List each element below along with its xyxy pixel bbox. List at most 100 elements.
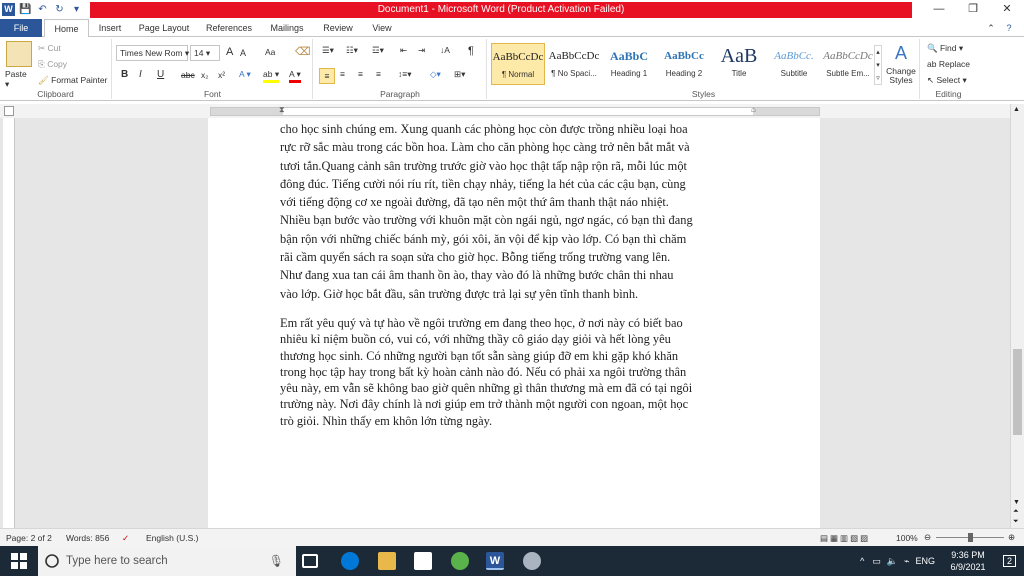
align-left-icon[interactable]: ≡ xyxy=(319,68,335,84)
zoom-slider[interactable] xyxy=(936,533,1004,542)
tab-view[interactable]: View xyxy=(364,19,400,37)
line-spacing-icon[interactable]: ↕≡▾ xyxy=(398,69,411,80)
format-painter-button[interactable]: 🖌 Format Painter xyxy=(38,75,107,86)
battery-icon[interactable]: ▭ xyxy=(872,556,881,567)
start-button[interactable] xyxy=(0,546,38,576)
file-explorer-icon[interactable] xyxy=(378,552,396,570)
tab-page-layout[interactable]: Page Layout xyxy=(133,19,195,37)
justify-icon[interactable]: ≡ xyxy=(376,69,381,79)
customize-qat-icon[interactable]: ▾ xyxy=(70,3,83,16)
find-button[interactable]: 🔍 Find ▾ xyxy=(927,43,963,54)
highlight-icon[interactable]: ab ▾ xyxy=(263,69,280,83)
font-size-select[interactable]: 14 ▾ xyxy=(190,45,220,61)
next-page-icon[interactable]: ⏷ xyxy=(1013,518,1019,526)
chevron-up-icon[interactable]: ^ xyxy=(860,556,864,566)
document-page[interactable]: cho học sinh chúng em. Xung quanh các ph… xyxy=(208,118,820,528)
style-heading-1[interactable]: AaBbC Heading 1 xyxy=(602,43,656,85)
undo-icon[interactable]: ↶ xyxy=(36,3,49,16)
document-body[interactable]: cho học sinh chúng em. Xung quanh các ph… xyxy=(280,120,752,429)
network-icon[interactable]: ⌁ xyxy=(904,556,909,567)
cut-button[interactable]: ✂ Cut xyxy=(38,43,61,54)
save-icon[interactable]: 💾 xyxy=(19,3,32,16)
font-color-icon[interactable]: A ▾ xyxy=(289,69,301,83)
decrease-indent-icon[interactable]: ⇤ xyxy=(400,45,407,56)
strikethrough-button[interactable]: abc xyxy=(181,70,195,80)
edge-icon[interactable] xyxy=(341,552,359,570)
styles-scroll-icon[interactable]: ▴ ▾ ▿ xyxy=(874,45,882,85)
zoom-in-button[interactable]: ⊕ xyxy=(1008,532,1015,543)
app-icon[interactable] xyxy=(523,552,541,570)
paragraph[interactable]: Em rất yêu quý và tự hào về ngôi trường … xyxy=(280,315,752,429)
tab-references[interactable]: References xyxy=(200,19,258,37)
view-buttons[interactable]: ▤▦▥▧▨ xyxy=(820,533,870,544)
change-case-button[interactable]: Aa xyxy=(265,47,275,57)
superscript-button[interactable]: x² xyxy=(218,70,225,80)
microphone-icon[interactable]: 🎙 xyxy=(269,554,284,568)
align-center-icon[interactable]: ≡ xyxy=(340,69,345,79)
tab-insert[interactable]: Insert xyxy=(92,19,128,37)
subscript-button[interactable]: x₂ xyxy=(201,70,209,80)
italic-button[interactable]: I xyxy=(139,69,142,80)
align-right-icon[interactable]: ≡ xyxy=(358,69,363,79)
proofing-icon[interactable]: ✓ xyxy=(122,533,129,544)
numbering-icon[interactable]: ☷▾ xyxy=(346,45,358,56)
right-indent-marker-icon[interactable]: ⌂ xyxy=(751,105,756,114)
change-styles-button[interactable]: Change Styles xyxy=(883,67,919,85)
app-icon[interactable] xyxy=(451,552,469,570)
vertical-scrollbar[interactable]: ▲ ▼ ⏶ ⏷ xyxy=(1010,104,1024,528)
replace-button[interactable]: ab Replace xyxy=(927,59,970,69)
task-view-icon[interactable] xyxy=(302,554,318,568)
style-normal[interactable]: AaBbCcDc ¶ Normal xyxy=(491,43,545,85)
zoom-level[interactable]: 100% xyxy=(896,533,918,543)
ruler-track[interactable]: ⧗ ⌂ xyxy=(210,105,820,116)
text-effects-icon[interactable]: A ▾ xyxy=(239,69,251,80)
close-button[interactable]: ✕ xyxy=(990,0,1024,19)
indent-marker-icon[interactable]: ⧗ xyxy=(279,105,285,115)
multilevel-list-icon[interactable]: ☲▾ xyxy=(372,45,384,56)
show-marks-icon[interactable]: ¶ xyxy=(468,45,474,57)
volume-icon[interactable]: 🔈 xyxy=(887,556,898,567)
word-logo-icon[interactable]: W xyxy=(2,3,15,16)
clock[interactable]: 9:36 PM 6/9/2021 xyxy=(941,549,995,573)
previous-page-icon[interactable]: ⏶ xyxy=(1013,508,1019,516)
page-count[interactable]: Page: 2 of 2 xyxy=(6,533,52,543)
grow-font-button[interactable]: A xyxy=(226,46,233,58)
help-icon[interactable]: ? xyxy=(1002,19,1016,37)
select-button[interactable]: ↖ Select ▾ xyxy=(927,75,967,86)
restore-button[interactable]: ❐ xyxy=(956,0,990,19)
clear-formatting-icon[interactable]: ⌫ xyxy=(295,45,311,58)
language-indicator[interactable]: English (U.S.) xyxy=(146,533,198,543)
copy-button[interactable]: ⎘ Copy xyxy=(38,59,67,70)
zoom-slider-thumb[interactable] xyxy=(968,533,973,542)
style-subtitle[interactable]: AaBbCc. Subtitle xyxy=(767,43,821,85)
style-heading-2[interactable]: AaBbCc Heading 2 xyxy=(657,43,711,85)
increase-indent-icon[interactable]: ⇥ xyxy=(418,45,425,56)
underline-button[interactable]: U xyxy=(157,69,164,80)
minimize-button[interactable]: — xyxy=(922,0,956,19)
scroll-up-icon[interactable]: ▲ xyxy=(1013,106,1020,113)
sort-icon[interactable]: ↓A xyxy=(440,45,450,55)
bullets-icon[interactable]: ☰▾ xyxy=(322,45,334,56)
word-taskbar-icon[interactable]: W xyxy=(486,552,504,570)
tab-mailings[interactable]: Mailings xyxy=(262,19,312,37)
borders-icon[interactable]: ⊞▾ xyxy=(454,69,465,80)
scrollbar-thumb[interactable] xyxy=(1013,349,1022,435)
style-no-spacing[interactable]: AaBbCcDc ¶ No Spaci... xyxy=(547,43,601,85)
bold-button[interactable]: B xyxy=(121,69,128,80)
font-name-select[interactable]: Times New Rom ▾ xyxy=(116,45,189,61)
redo-icon[interactable]: ↻ xyxy=(53,3,66,16)
change-styles-icon[interactable]: A xyxy=(885,43,917,64)
paste-button[interactable]: Paste xyxy=(5,69,27,79)
input-language[interactable]: ENG xyxy=(915,556,935,566)
scroll-down-icon[interactable]: ▼ xyxy=(1013,499,1020,506)
style-title[interactable]: AaB Title xyxy=(712,43,766,85)
minimize-ribbon-icon[interactable]: ⌃ xyxy=(984,19,998,37)
shrink-font-button[interactable]: A xyxy=(240,48,246,58)
word-count[interactable]: Words: 856 xyxy=(66,533,109,543)
tab-selector-icon[interactable] xyxy=(4,106,14,116)
paste-icon[interactable] xyxy=(6,41,32,67)
zoom-out-button[interactable]: ⊖ xyxy=(924,532,931,543)
store-icon[interactable] xyxy=(414,552,432,570)
taskbar-search[interactable]: Type here to search 🎙 xyxy=(38,546,296,576)
shading-icon[interactable]: ◇▾ xyxy=(430,69,441,80)
